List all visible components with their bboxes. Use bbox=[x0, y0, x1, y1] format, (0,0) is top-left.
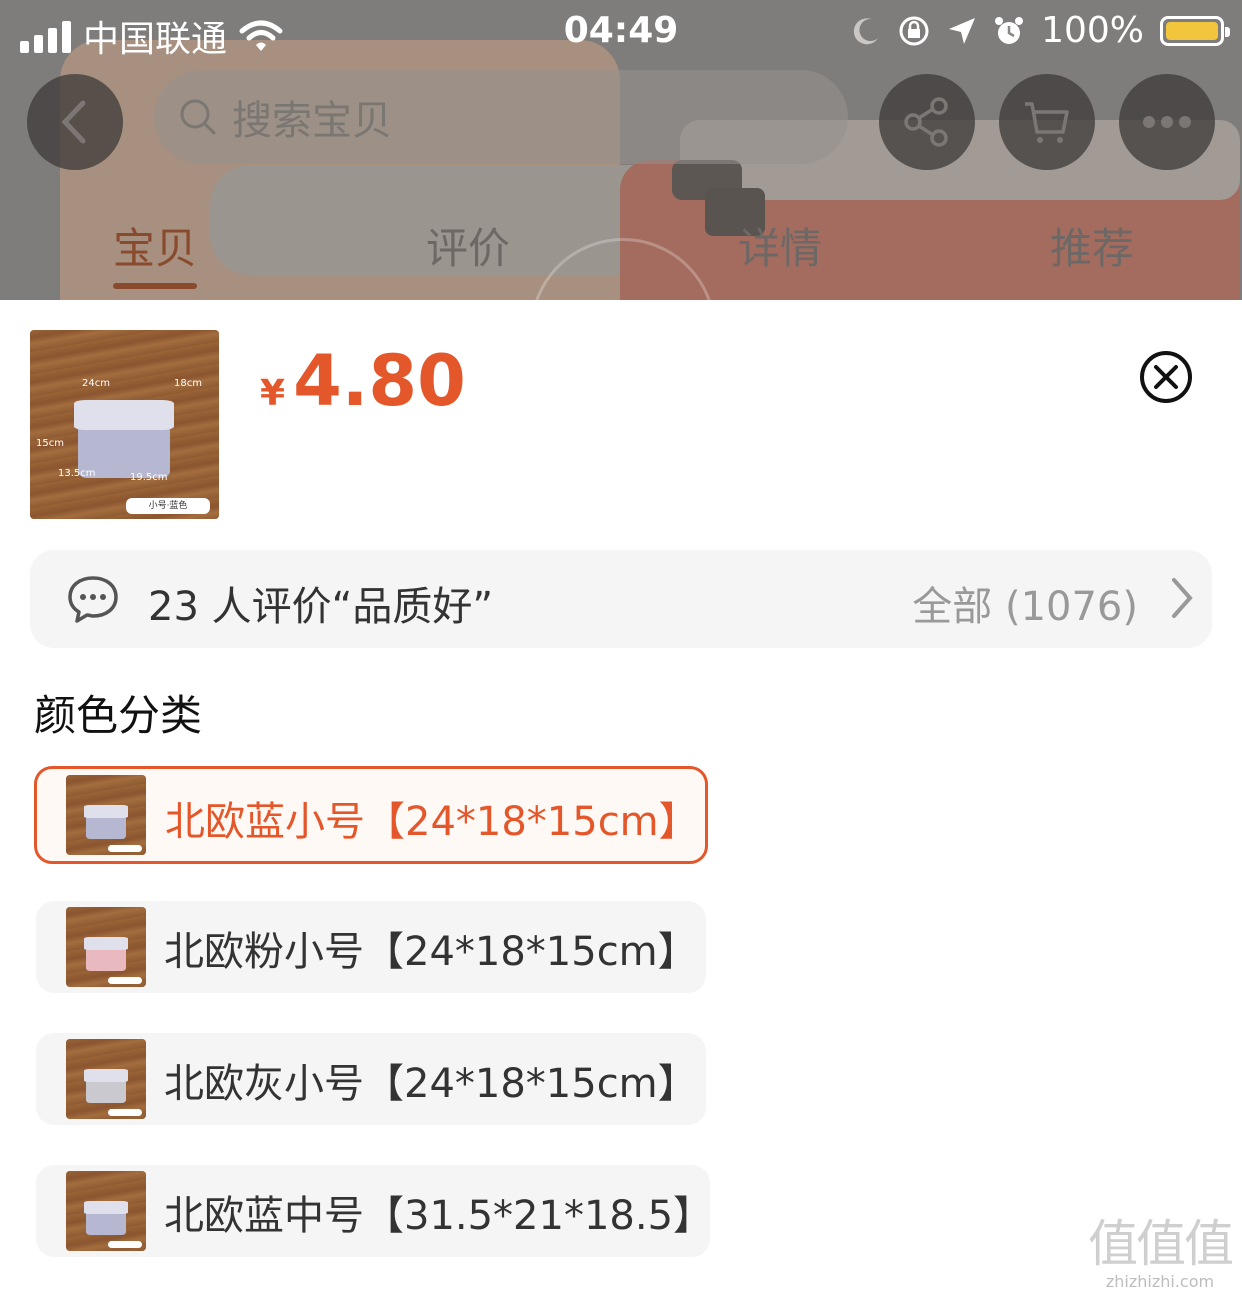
top-nav: 搜索宝贝 bbox=[0, 70, 1242, 170]
sku-option-thumbnail bbox=[66, 1171, 146, 1251]
product-thumbnail[interactable]: 24cm 18cm 15cm 13.5cm 19.5cm 小号·蓝色 bbox=[30, 330, 219, 519]
watermark-logo: 值值值 zhizhizhi.com bbox=[1088, 1204, 1234, 1291]
sku-option-thumbnail bbox=[66, 1039, 146, 1119]
watermark-text: 值值值 bbox=[1088, 1215, 1234, 1273]
active-tab-indicator bbox=[113, 283, 197, 289]
sku-option[interactable]: 北欧灰小号【24*18*15cm】 bbox=[36, 1033, 706, 1125]
orientation-lock-icon bbox=[899, 16, 929, 45]
share-button[interactable] bbox=[879, 74, 975, 170]
all-reviews-link[interactable]: 全部 (1076) bbox=[912, 574, 1138, 632]
chevron-right-icon bbox=[1172, 578, 1193, 618]
tab-reviews[interactable]: 评价 bbox=[426, 215, 510, 276]
sku-selection-sheet: 24cm 18cm 15cm 13.5cm 19.5cm 小号·蓝色 ¥ 4.8… bbox=[0, 300, 1242, 1299]
cart-button[interactable] bbox=[999, 74, 1095, 170]
battery-icon bbox=[1160, 15, 1230, 46]
alarm-icon bbox=[995, 16, 1024, 44]
thumb-dim-base-width: 13.5cm bbox=[58, 468, 96, 479]
tab-details[interactable]: 详情 bbox=[738, 215, 822, 276]
sku-option-thumbnail bbox=[66, 775, 146, 855]
watermark-site: zhizhizhi.com bbox=[1105, 1272, 1215, 1291]
battery-percent: 100% bbox=[1041, 10, 1144, 51]
price-value: 4.80 bbox=[293, 340, 466, 422]
sku-option-label: 北欧灰小号【24*18*15cm】 bbox=[164, 1061, 698, 1107]
moon-icon bbox=[853, 17, 879, 44]
back-arrow-icon bbox=[61, 100, 86, 144]
location-icon bbox=[949, 17, 976, 44]
color-category-title: 颜色分类 bbox=[34, 691, 203, 740]
tab-item[interactable]: 宝贝 bbox=[113, 215, 197, 276]
sku-option-label: 北欧蓝中号【31.5*21*18.5】 bbox=[164, 1193, 714, 1239]
currency-symbol: ¥ bbox=[260, 373, 286, 414]
close-icon bbox=[1154, 365, 1178, 389]
back-button[interactable] bbox=[27, 74, 123, 170]
thumb-dim-width: 18cm bbox=[174, 378, 202, 389]
sku-option[interactable]: 北欧蓝中号【31.5*21*18.5】 bbox=[36, 1165, 714, 1257]
page-tabs: 宝贝 评价 详情 推荐 bbox=[0, 215, 1242, 295]
search-placeholder: 搜索宝贝 bbox=[232, 98, 392, 144]
sku-option-label: 北欧粉小号【24*18*15cm】 bbox=[164, 929, 698, 975]
search-input[interactable]: 搜索宝贝 bbox=[154, 70, 848, 164]
tab-recommend[interactable]: 推荐 bbox=[1050, 215, 1134, 276]
sku-option[interactable]: 北欧粉小号【24*18*15cm】 bbox=[36, 901, 706, 993]
status-bar: 中国联通 04:49 100% bbox=[0, 0, 1242, 64]
cart-icon bbox=[1025, 102, 1069, 143]
review-summary-text: 23 人评价“品质好” bbox=[148, 584, 494, 630]
price: ¥ 4.80 bbox=[260, 340, 466, 422]
thumb-dim-length: 24cm bbox=[82, 378, 110, 389]
more-button[interactable] bbox=[1119, 74, 1215, 170]
share-icon bbox=[904, 97, 948, 147]
sku-option-label: 北欧蓝小号【24*18*15cm】 bbox=[165, 799, 699, 845]
thumb-size-tag: 小号·蓝色 bbox=[126, 498, 210, 514]
thumb-dim-base-length: 19.5cm bbox=[130, 472, 168, 483]
chat-bubble-icon bbox=[68, 576, 118, 623]
sku-option-thumbnail bbox=[66, 907, 146, 987]
review-summary-bar[interactable]: 23 人评价“品质好” 全部 (1076) bbox=[30, 550, 1212, 648]
thumb-dim-height: 15cm bbox=[36, 438, 64, 449]
close-button[interactable] bbox=[1140, 351, 1192, 403]
more-icon bbox=[1143, 116, 1191, 128]
search-icon bbox=[180, 99, 216, 135]
sku-option[interactable]: 北欧蓝小号【24*18*15cm】 bbox=[34, 766, 708, 864]
background-page: 中国联通 04:49 100% 搜索宝贝 宝贝 评价 详情 推荐 bbox=[0, 0, 1242, 300]
